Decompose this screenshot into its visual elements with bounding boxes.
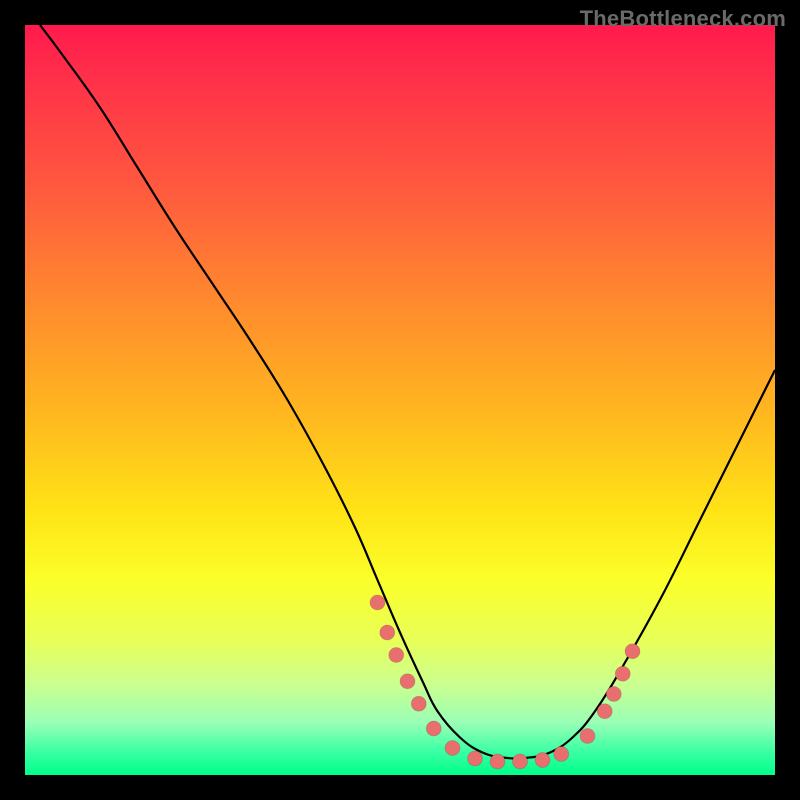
- curve-marker: [554, 747, 569, 762]
- curve-marker: [597, 704, 612, 719]
- plot-area: [25, 25, 775, 775]
- curve-marker: [606, 687, 621, 702]
- curve-marker: [380, 625, 395, 640]
- curve-marker: [625, 644, 640, 659]
- curve-marker: [445, 741, 460, 756]
- curve-marker: [426, 721, 441, 736]
- curve-marker: [490, 754, 505, 769]
- curve-marker: [468, 751, 483, 766]
- curve-marker: [400, 674, 415, 689]
- curve-marker: [513, 754, 528, 769]
- curve-marker: [580, 729, 595, 744]
- curve-marker: [411, 696, 426, 711]
- curve-markers-group: [370, 595, 640, 769]
- watermark-text: TheBottleneck.com: [580, 6, 786, 32]
- curve-svg: [25, 25, 775, 775]
- curve-marker: [535, 753, 550, 768]
- chart-frame: TheBottleneck.com: [0, 0, 800, 800]
- curve-marker: [389, 648, 404, 663]
- curve-marker: [615, 666, 630, 681]
- bottleneck-curve: [40, 25, 775, 759]
- curve-marker: [370, 595, 385, 610]
